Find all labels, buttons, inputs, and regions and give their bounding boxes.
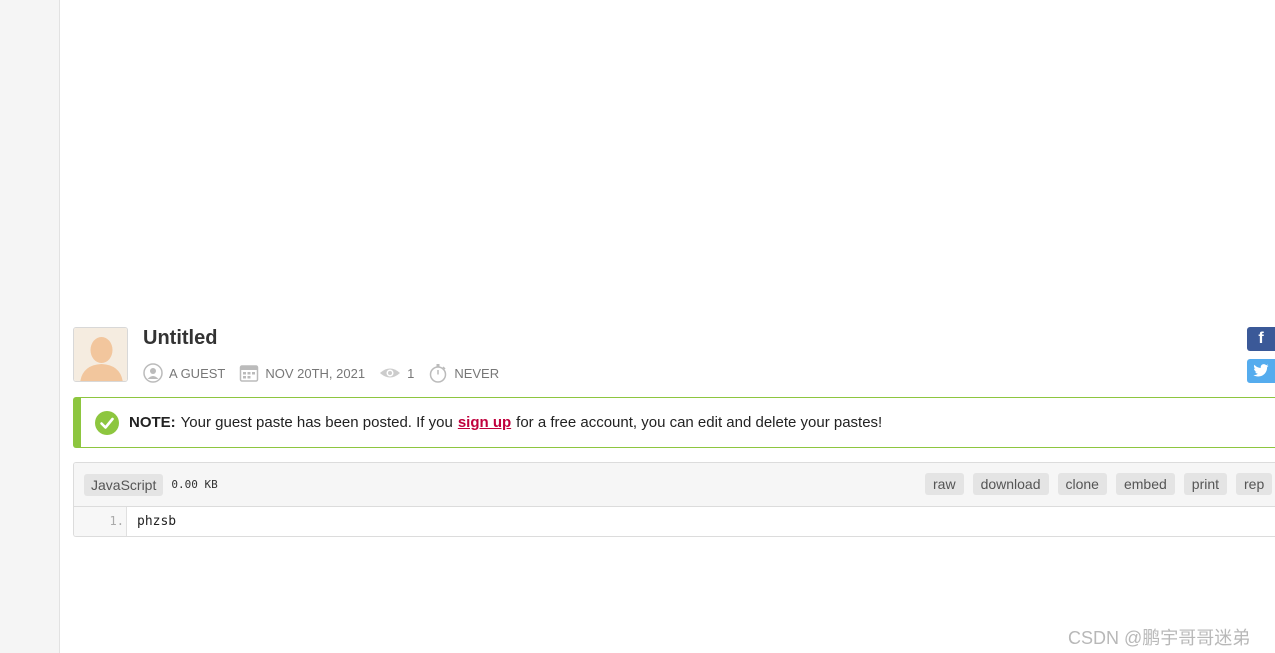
left-rail — [0, 0, 60, 653]
eye-icon — [380, 368, 401, 378]
facebook-icon: f — [1258, 330, 1264, 347]
sign-up-link[interactable]: sign up — [458, 414, 511, 431]
paste-size: 0.00 KB — [171, 478, 218, 491]
guest-avatar — [73, 327, 128, 382]
code-line: phzsb — [137, 514, 177, 529]
embed-button[interactable]: embed — [1115, 473, 1175, 495]
calendar-icon — [240, 365, 259, 382]
date-meta: NOV 20TH, 2021 — [239, 363, 365, 383]
stopwatch-icon — [430, 364, 447, 383]
views-meta: 1 — [379, 363, 414, 383]
paste-code-box: JavaScript 0.00 KB raw download clone em… — [73, 462, 1275, 537]
line-number: 1. — [74, 507, 127, 536]
view-count: 1 — [407, 365, 415, 381]
raw-button[interactable]: raw — [925, 473, 964, 495]
notice-text-after: for a free account, you can edit and del… — [516, 414, 883, 431]
guest-paste-notice: NOTE: Your guest paste has been posted. … — [73, 397, 1275, 448]
check-circle-icon — [95, 410, 119, 435]
report-button[interactable]: rep — [1236, 473, 1273, 495]
language-button[interactable]: JavaScript — [84, 473, 164, 496]
paste-date: NOV 20TH, 2021 — [265, 365, 366, 381]
paste-meta: A GUEST NOV 20TH, 2021 1 NEVER — [143, 362, 513, 384]
user-icon — [143, 363, 163, 383]
expiration-value: NEVER — [454, 365, 500, 381]
author-name: A GUEST — [169, 365, 226, 381]
print-button[interactable]: print — [1183, 473, 1228, 495]
download-button[interactable]: download — [972, 473, 1049, 495]
guest-avatar-icon — [74, 328, 127, 381]
twitter-share-button[interactable] — [1247, 359, 1275, 383]
paste-title: Untitled — [143, 327, 218, 349]
code-toolbar: JavaScript 0.00 KB raw download clone em… — [74, 463, 1275, 507]
facebook-share-button[interactable]: f — [1247, 327, 1275, 351]
csdn-watermark: CSDN @鹏宇哥哥迷弟 — [1068, 628, 1251, 648]
code-body: 1. phzsb — [74, 507, 1275, 536]
twitter-icon — [1253, 364, 1269, 377]
clone-button[interactable]: clone — [1057, 473, 1107, 495]
notice-label: NOTE: — [129, 414, 176, 431]
notice-text-before: Your guest paste has been posted. If you — [180, 414, 453, 431]
author-meta[interactable]: A GUEST — [143, 363, 225, 383]
code-actions: raw download clone embed print rep — [925, 473, 1275, 495]
expiration-meta: NEVER — [428, 363, 499, 383]
